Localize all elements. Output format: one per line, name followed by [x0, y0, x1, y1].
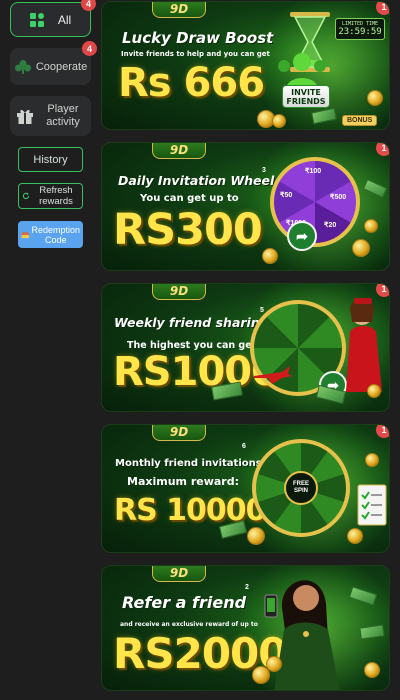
woman-figure [274, 580, 340, 690]
redemption-code-label: Redemption Code [31, 224, 80, 245]
logo-9d: 9D [152, 566, 206, 582]
airplane-icon [254, 366, 292, 384]
history-button[interactable]: History [18, 147, 83, 172]
tab-cooperate[interactable]: Cooperate 4 [10, 41, 97, 85]
banner-marker: 2 [245, 584, 249, 591]
banner-subtitle: Invite friends to help and you can get [121, 50, 270, 58]
banner-badge: 1 [376, 143, 389, 156]
club-icon [14, 59, 31, 74]
banner-subtitle: Maximum reward: [127, 475, 239, 488]
phone-icon [264, 594, 278, 618]
people-icon [278, 53, 326, 90]
banner-marker: 3 [262, 167, 266, 174]
tab-cooperate-badge: 4 [82, 41, 97, 56]
banner-daily-invitation-wheel[interactable]: 9D Daily Invitation Wheel 3 You can get … [101, 142, 390, 271]
wheel-value: ₹20 [324, 222, 337, 229]
banner-title: Daily Invitation Wheel [118, 173, 275, 188]
tab-player-activity-label: Player activity [46, 103, 80, 128]
woman-figure [346, 298, 382, 392]
wheel-value: ₹100 [305, 168, 322, 175]
promotions-page: All 4 Cooperate 4 Player activity Histor… [0, 0, 400, 700]
free-spin-button[interactable]: FREE SPIN [284, 471, 318, 505]
sidebar: All 4 Cooperate 4 Player activity Histor… [0, 0, 98, 700]
logo-9d: 9D [152, 143, 206, 159]
banner-amount: RS300 [113, 205, 263, 255]
wheel-value: ₹50 [280, 192, 293, 199]
refresh-icon [22, 192, 30, 200]
redemption-code-button[interactable]: Redemption Code [18, 221, 83, 248]
gift-icon [17, 109, 33, 124]
tab-all-badge: 4 [81, 0, 96, 11]
tab-cooperate-label: Cooperate [35, 60, 88, 73]
banner-subtitle: You can get up to [140, 193, 239, 204]
banner-monthly-friend-invitations[interactable]: 9D Monthly friend invitations 6 Maximum … [101, 424, 390, 553]
logo-9d: 9D [152, 284, 206, 300]
redemption-icon [21, 231, 29, 238]
checklist-icon [357, 484, 387, 526]
bonus-label: BONUS [342, 115, 378, 126]
banner-badge: 1 [376, 2, 389, 15]
limited-time-timer: LIMITED TIME 23:59:59 [335, 18, 385, 40]
banner-weekly-friend-sharing[interactable]: 9D Weekly friend sharing 5 The highest y… [101, 283, 390, 412]
banner-title: Refer a friend [122, 593, 247, 612]
banner-badge: 1 [376, 284, 389, 297]
logo-9d: 9D [152, 425, 206, 441]
logo-9d: 9D [152, 2, 206, 18]
banner-lucky-draw-boost[interactable]: 9D Lucky Draw Boost Invite friends to he… [101, 1, 390, 130]
banner-badge: 1 [376, 425, 389, 438]
banner-refer-a-friend[interactable]: 9D Refer a friend 2 and receive an exclu… [101, 565, 390, 691]
history-label: History [33, 153, 68, 166]
tab-all[interactable]: All 4 [10, 0, 96, 37]
banner-subtitle: and receive an exclusive reward of up to [120, 621, 258, 628]
wheel-value: ₹500 [330, 194, 347, 201]
refresh-rewards-button[interactable]: Refresh rewards [18, 183, 83, 209]
invite-friends-button[interactable]: INVITE FRIENDS [282, 85, 330, 108]
banner-amount: Rs 666 [118, 60, 265, 106]
timer-value: 23:59:59 [338, 26, 382, 37]
refresh-rewards-label: Refresh rewards [39, 185, 73, 207]
grid-icon [29, 12, 44, 27]
spin-arrow-icon: ➦ [287, 221, 317, 251]
tab-all-label: All [57, 12, 72, 27]
tab-player-activity[interactable]: Player activity [10, 96, 91, 136]
banner-marker: 6 [242, 443, 246, 450]
banner-title: Monthly friend invitations [115, 458, 262, 469]
banner-title: Weekly friend sharing [114, 315, 269, 330]
banner-title: Lucky Draw Boost [122, 29, 274, 47]
